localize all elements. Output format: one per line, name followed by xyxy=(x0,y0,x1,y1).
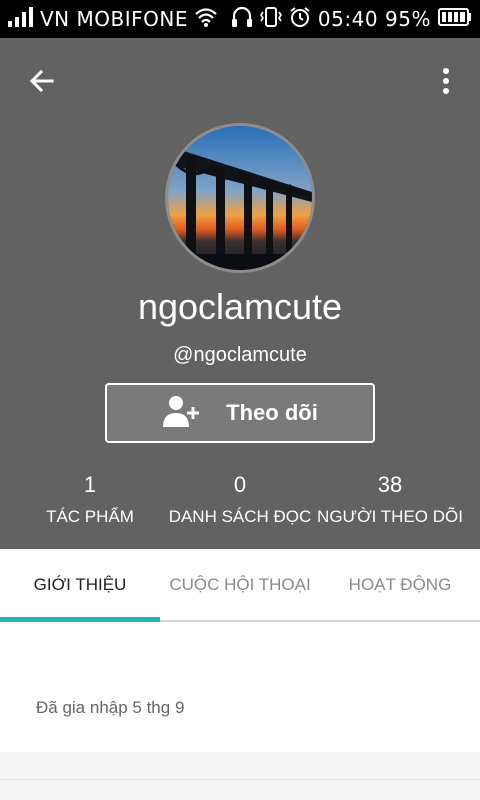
profile-header: ngoclamcute @ngoclamcute Theo dõi 1 TÁC … xyxy=(0,38,480,549)
battery-percent: 95% xyxy=(385,7,431,31)
stat-reading-lists[interactable]: 0 DANH SÁCH ĐỌC xyxy=(160,471,320,531)
avatar[interactable] xyxy=(165,123,315,273)
follow-button[interactable]: Theo dõi xyxy=(105,383,375,443)
bridge-sunset-photo xyxy=(168,126,312,270)
carrier-name: VN MOBIFONE xyxy=(40,7,188,31)
user-handle: @ngoclamcute xyxy=(173,344,307,366)
stat-value: 0 xyxy=(233,472,247,497)
tab-about[interactable]: GIỚI THIỆU xyxy=(0,549,160,620)
wifi-icon xyxy=(194,7,218,31)
stat-value: 1 xyxy=(83,472,97,497)
tab-label: CUỘC HỘI THOẠI xyxy=(169,574,311,594)
status-bar: VN MOBIFONE 05:40 95% xyxy=(0,0,480,38)
back-button[interactable] xyxy=(22,62,62,102)
tab-label: GIỚI THIỆU xyxy=(33,574,127,594)
stat-label: DANH SÁCH ĐỌC xyxy=(168,507,312,526)
headphones-icon xyxy=(231,6,253,32)
stat-works[interactable]: 1 TÁC PHẨM xyxy=(30,471,150,531)
stat-label: TÁC PHẨM xyxy=(46,507,134,526)
battery-icon xyxy=(438,8,472,30)
stat-value: 38 xyxy=(377,472,403,497)
divider xyxy=(0,779,480,780)
tab-conversations[interactable]: CUỘC HỘI THOẠI xyxy=(160,549,320,620)
clock-time: 05:40 xyxy=(317,7,379,31)
display-name: ngoclamcute xyxy=(137,286,343,327)
more-vertical-icon xyxy=(420,68,460,106)
vibrate-icon xyxy=(259,6,282,32)
joined-date: Đã gia nhập 5 thg 9 xyxy=(36,698,185,717)
stat-followers[interactable]: 38 NGƯỜI THEO DÕI xyxy=(314,471,466,531)
about-section: Đã gia nhập 5 thg 9 xyxy=(0,622,480,752)
profile-stats: 1 TÁC PHẨM 0 DANH SÁCH ĐỌC 38 NGƯỜI THEO… xyxy=(0,471,480,531)
arrow-back-icon xyxy=(22,69,62,106)
alarm-icon xyxy=(289,6,311,32)
tab-activity[interactable]: HOẠT ĐỘNG xyxy=(320,549,480,620)
add-person-icon xyxy=(162,394,200,433)
stat-label: NGƯỜI THEO DÕI xyxy=(317,507,463,526)
signal-icon xyxy=(8,7,34,31)
more-options-button[interactable] xyxy=(420,62,460,102)
profile-tabs: GIỚI THIỆU CUỘC HỘI THOẠI HOẠT ĐỘNG xyxy=(0,549,480,622)
tab-label: HOẠT ĐỘNG xyxy=(348,574,452,594)
follow-label: Theo dõi xyxy=(226,400,318,425)
